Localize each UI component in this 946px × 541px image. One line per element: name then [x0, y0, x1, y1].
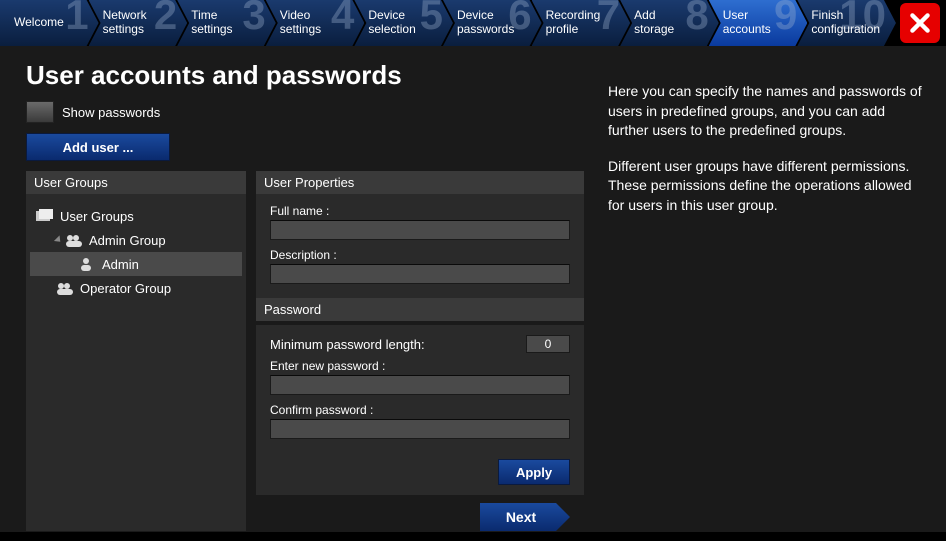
wizard-stepper: 1Welcome 2Network settings 3Time setting…: [0, 0, 946, 46]
close-button[interactable]: [900, 3, 940, 43]
step-device-selection[interactable]: 5Device selection: [354, 0, 453, 46]
min-password-length-value: 0: [526, 335, 570, 353]
description-input[interactable]: [270, 264, 570, 284]
confirm-password-label: Confirm password :: [270, 403, 570, 417]
tree-item-operator-group[interactable]: Operator Group: [30, 276, 242, 300]
step-add-storage[interactable]: 8Add storage: [620, 0, 719, 46]
tree-root[interactable]: User Groups: [30, 204, 242, 228]
step-video-settings[interactable]: 4Video settings: [266, 0, 365, 46]
step-finish-configuration[interactable]: 10Finish configuration: [797, 0, 896, 46]
enter-password-label: Enter new password :: [270, 359, 570, 373]
expand-icon: [54, 235, 63, 244]
group-icon: [56, 280, 76, 296]
groups-root-icon: [36, 208, 56, 224]
step-recording-profile[interactable]: 7Recording profile: [532, 0, 631, 46]
user-groups-header: User Groups: [26, 171, 246, 194]
show-passwords-checkbox[interactable]: [26, 101, 54, 123]
close-icon: [907, 10, 933, 36]
full-name-label: Full name :: [270, 204, 570, 218]
group-icon: [65, 232, 85, 248]
step-user-accounts[interactable]: 9User accounts: [709, 0, 808, 46]
next-button[interactable]: Next: [480, 503, 570, 531]
apply-button[interactable]: Apply: [498, 459, 570, 485]
tree-item-admin-group[interactable]: Admin Group: [30, 228, 242, 252]
tree-item-admin[interactable]: Admin: [30, 252, 242, 276]
password-header: Password: [256, 298, 584, 321]
step-device-passwords[interactable]: 6Device passwords: [443, 0, 542, 46]
user-groups-tree: User Groups Admin Group Admin: [26, 194, 246, 531]
page-title: User accounts and passwords: [26, 60, 584, 91]
show-passwords-label: Show passwords: [62, 105, 160, 120]
add-user-button[interactable]: Add user ...: [26, 133, 170, 161]
description-label: Description :: [270, 248, 570, 262]
step-network-settings[interactable]: 2Network settings: [89, 0, 188, 46]
step-welcome[interactable]: 1Welcome: [0, 0, 99, 46]
min-password-length-label: Minimum password length:: [270, 337, 425, 352]
confirm-password-input[interactable]: [270, 419, 570, 439]
user-icon: [78, 256, 98, 272]
step-time-settings[interactable]: 3Time settings: [177, 0, 276, 46]
help-text-2: Different user groups have different per…: [608, 157, 922, 216]
user-properties-header: User Properties: [256, 171, 584, 194]
help-panel: Here you can specify the names and passw…: [600, 46, 946, 541]
full-name-input[interactable]: [270, 220, 570, 240]
help-text-1: Here you can specify the names and passw…: [608, 82, 922, 141]
enter-password-input[interactable]: [270, 375, 570, 395]
